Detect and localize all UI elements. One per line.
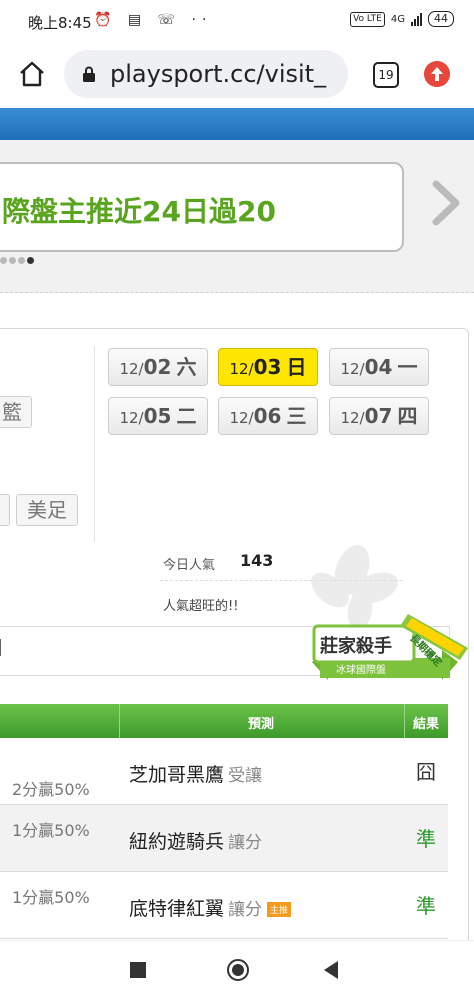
date-button-selected[interactable]: 12/03 日 — [218, 348, 318, 386]
date-button[interactable]: 12/05 二 — [108, 397, 208, 435]
update-icon[interactable] — [424, 61, 450, 87]
sport-button[interactable] — [0, 494, 10, 526]
date-month: 12/ — [340, 360, 365, 378]
date-weekday: 六 — [176, 355, 197, 379]
date-day: 07 — [364, 404, 393, 428]
date-day: 02 — [143, 355, 172, 379]
network-label: 4G — [390, 13, 405, 25]
result-cell: 準 — [404, 805, 448, 871]
result-text: 準 — [416, 894, 436, 918]
date-month: 12/ — [119, 409, 144, 427]
date-month: 12/ — [340, 409, 365, 427]
badge-subtitle: 冰球國際盤 — [336, 665, 386, 676]
signal-icon — [411, 12, 422, 26]
url-text: playsport.cc/visit_ — [110, 60, 327, 88]
tab-switcher-button[interactable]: 19 — [373, 62, 399, 88]
carousel-dot[interactable] — [9, 257, 16, 264]
result-text: 囧 — [416, 760, 436, 784]
date-day: 04 — [364, 355, 393, 379]
popularity-count: 143 — [240, 551, 274, 570]
sport-american-football-button[interactable]: 美足 — [16, 494, 78, 526]
result-text: 準 — [416, 827, 436, 851]
date-month: 12/ — [119, 360, 144, 378]
carousel-dot[interactable] — [0, 257, 7, 264]
team-name[interactable]: 紐約遊騎兵 讓分 — [129, 827, 262, 854]
result-cell: 囧 — [404, 738, 448, 804]
recent-apps-icon[interactable] — [130, 962, 146, 978]
volte-icon: Vo LTE — [350, 11, 385, 27]
lock-icon — [83, 66, 95, 82]
bet-tag: 讓分 — [228, 833, 263, 853]
bet-tag: 受讓 — [228, 766, 263, 786]
carousel-dot-active[interactable] — [27, 257, 34, 264]
predict-cell: 紐約遊騎兵 讓分 — [119, 805, 405, 871]
odds-text: 1分贏50% — [12, 821, 90, 840]
odds-cell: 1分贏50% — [0, 872, 120, 938]
team-name[interactable]: 芝加哥黑鷹 受讓 — [129, 760, 262, 787]
date-weekday: 三 — [286, 404, 307, 428]
date-weekday: 一 — [397, 355, 418, 379]
date-weekday: 日 — [286, 355, 307, 379]
date-button[interactable]: 12/06 三 — [218, 397, 318, 435]
date-button[interactable]: 12/02 六 — [108, 348, 208, 386]
banner-carousel: 際盤主推近24日過20 — [0, 140, 474, 293]
header-predict: 預測 — [248, 717, 275, 732]
predict-cell: 底特律紅翼 讓分 主推 — [119, 872, 405, 938]
date-weekday: 二 — [176, 404, 197, 428]
browser-toolbar: playsport.cc/visit_ 19 — [0, 44, 474, 108]
status-time: 晚上8:45 — [28, 14, 92, 32]
result-cell: 準 — [404, 872, 448, 938]
home-icon[interactable] — [18, 60, 46, 88]
table-row: 1分贏50% 底特律紅翼 讓分 主推 準 — [0, 872, 448, 939]
badge-title: 莊家殺手 — [320, 636, 392, 657]
master-pick-badge: 主推 — [267, 902, 292, 917]
header-result: 結果 — [413, 717, 440, 732]
odds-text: 2分贏50% — [12, 780, 90, 799]
section-title: l — [0, 637, 3, 662]
date-button[interactable]: 12/04 一 — [329, 348, 429, 386]
date-month: 12/ — [229, 409, 254, 427]
odds-cell: 1分贏50% — [0, 805, 120, 871]
back-icon[interactable] — [324, 961, 338, 979]
system-nav-bar — [0, 940, 474, 1001]
table-header: 預測 結果 — [0, 704, 448, 738]
notification-icons: ⏰ ▤ ☏ ·· — [94, 12, 213, 28]
divider — [160, 580, 402, 582]
panel-divider — [94, 346, 95, 542]
odds-cell: 2分贏50% — [0, 738, 120, 804]
home-nav-icon[interactable] — [227, 959, 249, 981]
team-name[interactable]: 底特律紅翼 讓分 主推 — [129, 894, 292, 921]
address-bar[interactable]: playsport.cc/visit_ — [64, 50, 348, 98]
team-label: 紐約遊騎兵 — [129, 831, 225, 853]
carousel-dot[interactable] — [18, 257, 25, 264]
carousel-dots — [0, 257, 34, 264]
date-day: 06 — [253, 404, 282, 428]
date-button[interactable]: 12/07 四 — [329, 397, 429, 435]
team-label: 底特律紅翼 — [129, 898, 225, 920]
table-row: 1分贏50% 紐約遊騎兵 讓分 準 — [0, 805, 448, 872]
header-divider — [404, 704, 405, 738]
popularity-note: 人氣超旺的!! — [163, 599, 239, 614]
table-row: 2分贏50% 芝加哥黑鷹 受讓 囧 — [0, 738, 448, 805]
date-month: 12/ — [229, 360, 254, 378]
predict-cell: 芝加哥黑鷹 受讓 — [119, 738, 405, 804]
team-label: 芝加哥黑鷹 — [129, 764, 225, 786]
date-day: 05 — [143, 404, 172, 428]
sport-basketball-button[interactable]: 籃 — [0, 396, 32, 428]
popularity-label: 今日人氣 — [163, 558, 216, 573]
status-right: Vo LTE 4G 44 — [350, 11, 454, 27]
chevron-right-icon[interactable] — [428, 180, 462, 226]
odds-text: 1分贏50% — [12, 888, 90, 907]
bet-tag: 讓分 — [228, 900, 263, 920]
banner-text: 際盤主推近24日過20 — [2, 195, 276, 228]
banner-slide[interactable]: 際盤主推近24日過20 — [0, 162, 404, 252]
date-day: 03 — [253, 355, 282, 379]
site-header-band — [0, 108, 474, 140]
battery-icon: 44 — [428, 11, 454, 27]
status-bar: 晚上8:45 ⏰ ▤ ☏ ·· Vo LTE 4G 44 — [0, 0, 474, 44]
header-divider — [119, 704, 120, 738]
date-weekday: 四 — [397, 404, 418, 428]
